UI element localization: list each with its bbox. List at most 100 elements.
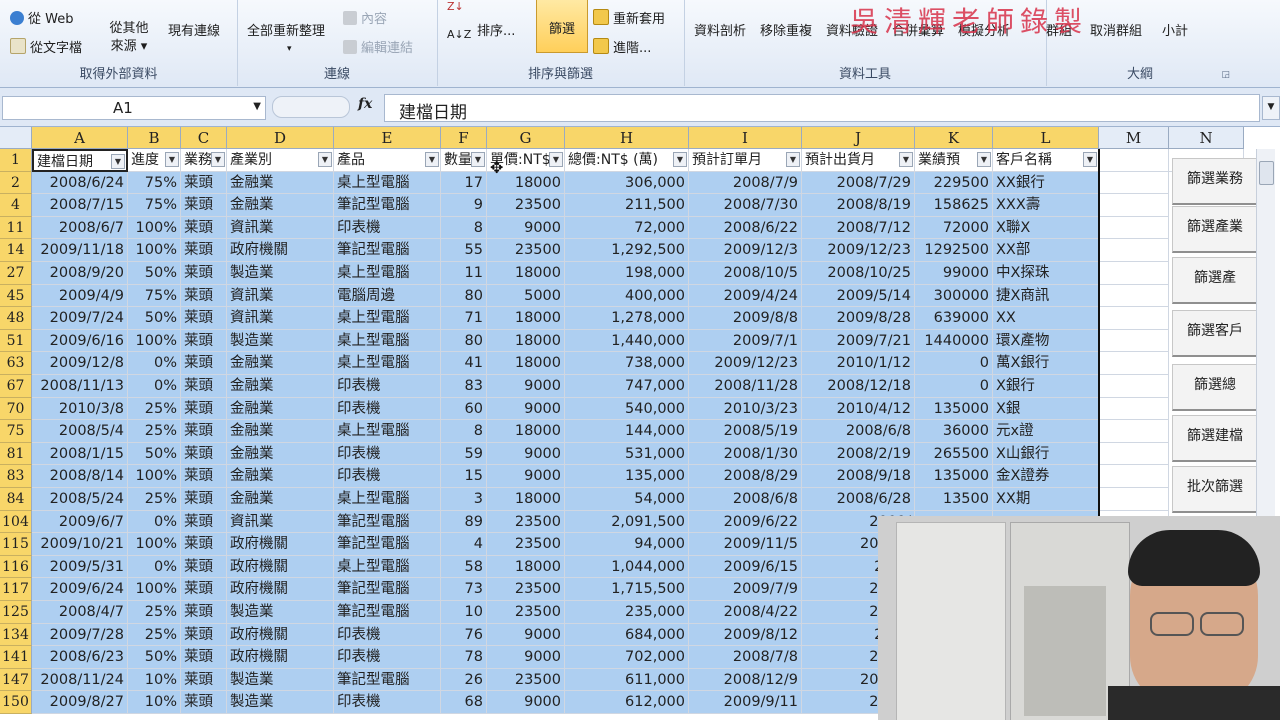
data-cell[interactable]: 金融業	[227, 352, 334, 375]
data-cell[interactable]: 15	[441, 465, 487, 488]
empty-cell[interactable]	[1099, 194, 1169, 217]
data-cell[interactable]: 17	[441, 171, 487, 195]
empty-cell[interactable]	[1099, 239, 1169, 262]
column-header-i[interactable]: I	[689, 127, 802, 149]
data-cell[interactable]: 9000	[487, 442, 565, 466]
data-cell[interactable]: 94,000	[565, 533, 689, 556]
data-cell[interactable]: 桌上型電腦	[334, 262, 441, 285]
data-cell[interactable]: 筆記型電腦	[334, 668, 441, 692]
row-header[interactable]: 1	[0, 149, 32, 172]
edit-links-button[interactable]: 編輯連結	[343, 37, 413, 56]
data-cell[interactable]: 300000	[915, 284, 993, 308]
data-cell[interactable]: 2008/11/24	[32, 668, 128, 692]
data-cell[interactable]: 2008/8/29	[689, 465, 802, 488]
data-cell[interactable]: 2008/7/12	[802, 216, 915, 240]
data-cell[interactable]: 83	[441, 375, 487, 398]
data-cell[interactable]: 2009/12/23	[802, 239, 915, 262]
refresh-dropdown-icon[interactable]: ▾	[287, 44, 292, 54]
data-cell[interactable]: 18000	[487, 555, 565, 579]
sort-az-icon[interactable]: Z↓	[447, 0, 464, 13]
filter-dropdown-icon[interactable]: ▼	[318, 152, 332, 167]
data-cell[interactable]: 印表機	[334, 397, 441, 421]
data-cell[interactable]: 2009/12/23	[689, 352, 802, 375]
data-cell[interactable]: 製造業	[227, 668, 334, 692]
row-header[interactable]: 117	[0, 578, 32, 601]
data-cell[interactable]: 莱頭	[181, 329, 227, 353]
data-cell[interactable]: 100%	[128, 533, 181, 556]
row-header[interactable]: 115	[0, 533, 32, 556]
row-header[interactable]: 63	[0, 352, 32, 375]
subtotal-button[interactable]: 小計	[1162, 20, 1188, 39]
data-cell[interactable]: 環X產物	[993, 329, 1099, 353]
data-cell[interactable]: 5000	[487, 284, 565, 308]
data-cell[interactable]: 2008/5/19	[689, 420, 802, 443]
data-cell[interactable]: 金X證券	[993, 465, 1099, 488]
empty-cell[interactable]	[1099, 171, 1169, 195]
data-cell[interactable]: 莱頭	[181, 284, 227, 308]
data-cell[interactable]: 9000	[487, 623, 565, 647]
data-cell[interactable]: 筆記型電腦	[334, 510, 441, 534]
data-cell[interactable]: 2009/8/8	[689, 307, 802, 330]
advanced-button[interactable]: 進階...	[593, 37, 651, 56]
data-cell[interactable]: 2009/7/21	[802, 329, 915, 353]
row-header[interactable]: 14	[0, 239, 32, 262]
empty-cell[interactable]	[1099, 262, 1169, 285]
filter-dropdown-icon[interactable]: ▼	[425, 152, 439, 167]
data-cell[interactable]: 莱頭	[181, 488, 227, 511]
data-cell[interactable]: 80	[441, 329, 487, 353]
data-cell[interactable]: 612,000	[565, 691, 689, 714]
data-cell[interactable]: 1,044,000	[565, 555, 689, 579]
data-cell[interactable]: 36000	[915, 420, 993, 443]
data-cell[interactable]: 1,278,000	[565, 307, 689, 330]
data-cell[interactable]: 莱頭	[181, 194, 227, 217]
data-cell[interactable]: 100%	[128, 465, 181, 488]
data-cell[interactable]: XX	[993, 307, 1099, 330]
header-cell[interactable]: 預計出貨月 ▼	[802, 149, 915, 172]
sort-za-icon[interactable]: A↓Z	[447, 28, 471, 41]
data-cell[interactable]: 9000	[487, 465, 565, 488]
data-cell[interactable]: 2009/11/5	[689, 533, 802, 556]
data-cell[interactable]: 2008/6/8	[689, 488, 802, 511]
data-cell[interactable]: 筆記型電腦	[334, 239, 441, 262]
data-cell[interactable]: 50%	[128, 442, 181, 466]
data-cell[interactable]: 23500	[487, 194, 565, 217]
data-cell[interactable]: 桌上型電腦	[334, 555, 441, 579]
data-cell[interactable]: 莱頭	[181, 442, 227, 466]
dialog-launcher-icon[interactable]: ◲	[1221, 70, 1230, 80]
data-cell[interactable]: 71	[441, 307, 487, 330]
header-cell[interactable]: 數量 ▼	[441, 149, 487, 172]
selected-cell-a1[interactable]: 建檔日期 ▼	[32, 149, 128, 172]
other-sources-button[interactable]: 從其他來源 ▾	[104, 20, 154, 56]
data-cell[interactable]: 540,000	[565, 397, 689, 421]
properties-button[interactable]: 內容	[343, 8, 387, 27]
data-cell[interactable]: 2008/7/15	[32, 194, 128, 217]
data-cell[interactable]: 2010/3/23	[689, 397, 802, 421]
data-cell[interactable]: 金融業	[227, 397, 334, 421]
data-cell[interactable]: 2008/8/14	[32, 465, 128, 488]
data-cell[interactable]: 桌上型電腦	[334, 352, 441, 375]
data-cell[interactable]: 2008/1/30	[689, 442, 802, 466]
row-header[interactable]: 2	[0, 171, 32, 195]
data-cell[interactable]: 144,000	[565, 420, 689, 443]
data-cell[interactable]: 印表機	[334, 465, 441, 488]
data-cell[interactable]: 41	[441, 352, 487, 375]
empty-cell[interactable]	[1099, 397, 1169, 421]
data-cell[interactable]: 25%	[128, 420, 181, 443]
data-cell[interactable]: 政府機關	[227, 239, 334, 262]
data-cell[interactable]: 100%	[128, 239, 181, 262]
column-header-g[interactable]: G	[487, 127, 565, 149]
data-cell[interactable]: 50%	[128, 262, 181, 285]
data-cell[interactable]: 2009/7/28	[32, 623, 128, 647]
data-cell[interactable]: 75%	[128, 284, 181, 308]
data-cell[interactable]: 639000	[915, 307, 993, 330]
refresh-all-button[interactable]: 全部重新整理	[247, 20, 325, 39]
data-cell[interactable]: XX銀行	[993, 171, 1099, 195]
data-cell[interactable]: 9000	[487, 397, 565, 421]
empty-cell[interactable]	[1099, 465, 1169, 488]
data-cell[interactable]: 莱頭	[181, 533, 227, 556]
data-cell[interactable]: 2008/2/19	[802, 442, 915, 466]
data-cell[interactable]: 筆記型電腦	[334, 578, 441, 601]
data-cell[interactable]: 2008/7/9	[689, 171, 802, 195]
data-cell[interactable]: 莱頭	[181, 646, 227, 669]
data-cell[interactable]: 99000	[915, 262, 993, 285]
